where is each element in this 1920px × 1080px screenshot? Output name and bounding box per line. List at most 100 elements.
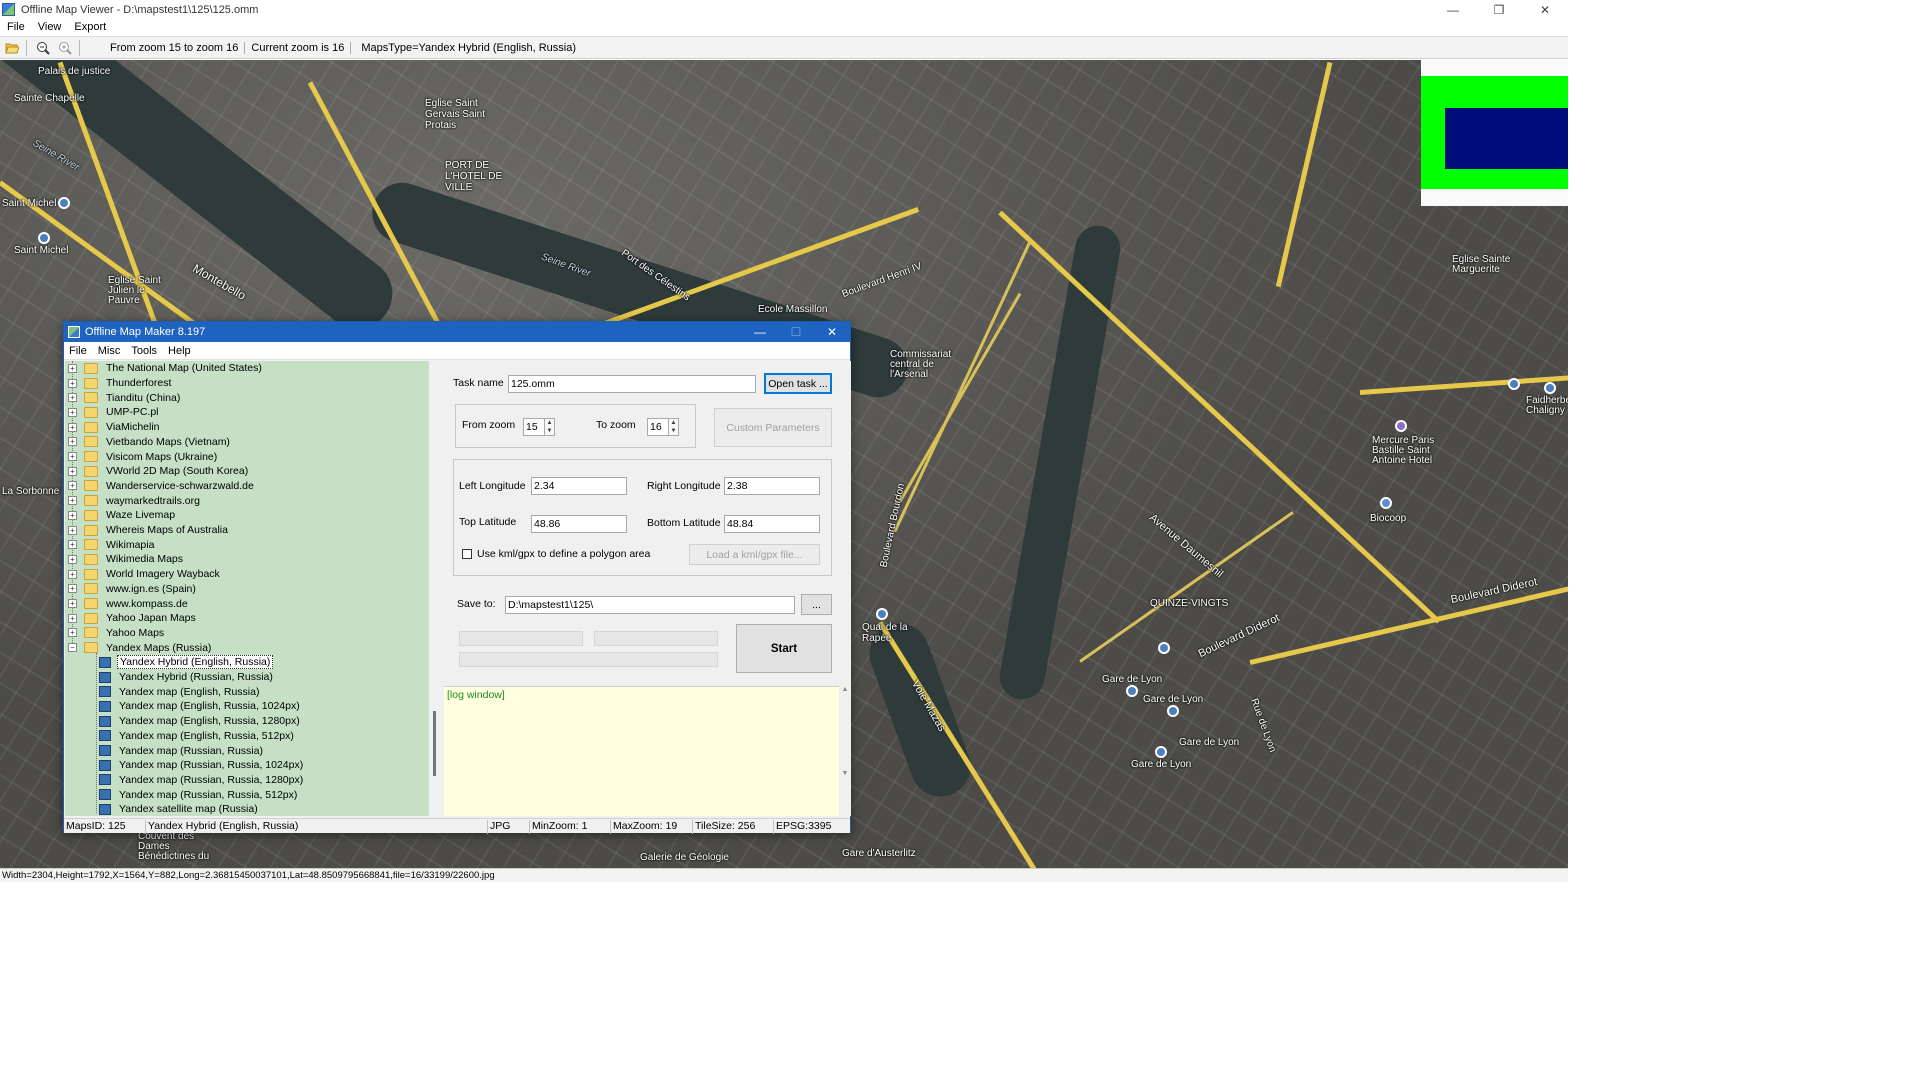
tree-folder-item[interactable]: + Wanderservice-schwarzwald.de xyxy=(65,479,256,494)
tree-folder-item[interactable]: + VWorld 2D Map (South Korea) xyxy=(65,464,250,479)
expand-toggle-icon[interactable]: + xyxy=(68,496,77,506)
log-scrollbar[interactable]: ▲ ▼ xyxy=(839,686,851,816)
tree-folder-item[interactable]: + www.kompass.de xyxy=(65,596,190,611)
dialog-titlebar[interactable]: Offline Map Maker 8.197 — ☐ ✕ xyxy=(64,322,850,342)
expand-toggle-icon[interactable]: + xyxy=(68,525,77,535)
expand-toggle-icon[interactable]: + xyxy=(68,584,77,594)
left-longitude-input[interactable]: 2.34 xyxy=(531,477,627,495)
minimize-button[interactable]: — xyxy=(1430,0,1476,19)
tree-map-item[interactable]: Yandex map (English, Russia, 1280px) xyxy=(65,714,302,729)
expand-toggle-icon[interactable]: + xyxy=(68,378,77,388)
map-source-tree[interactable]: + The National Map (United States) + Thunde… xyxy=(65,361,429,816)
tree-map-item[interactable]: Yandex map (Russian, Russia) xyxy=(65,743,265,758)
expand-toggle-icon[interactable]: + xyxy=(68,481,77,491)
expand-toggle-icon[interactable]: + xyxy=(68,510,77,520)
tree-folder-item[interactable]: + Tianditu (China) xyxy=(65,390,182,405)
dialog-maximize-button[interactable]: ☐ xyxy=(778,322,814,342)
tree-folder-item[interactable]: + Yahoo Japan Maps xyxy=(65,611,198,626)
tree-scrollbar[interactable] xyxy=(430,361,442,816)
menu-file[interactable]: File xyxy=(0,21,31,33)
overview-viewport[interactable] xyxy=(1445,108,1568,169)
overview-minimap[interactable] xyxy=(1421,60,1568,206)
tree-folder-item[interactable]: + The National Map (United States) xyxy=(65,361,264,376)
map-label: PORT DE L'HOTEL DE VILLE xyxy=(445,160,503,193)
tree-folder-item[interactable]: + www.ign.es (Spain) xyxy=(65,582,198,597)
zoom-in-button[interactable] xyxy=(55,38,75,58)
dialog-menu-tools[interactable]: Tools xyxy=(126,345,163,357)
tree-folder-item[interactable]: + Wikimedia Maps xyxy=(65,552,185,567)
tree-map-item[interactable]: Yandex Hybrid (Russian, Russia) xyxy=(65,670,275,685)
tree-map-item[interactable]: Yandex satellite map (Russia) xyxy=(65,802,260,816)
expand-toggle-icon[interactable]: + xyxy=(68,363,77,373)
open-task-button[interactable]: Open task ... xyxy=(764,373,832,394)
tree-folder-item[interactable]: + ViaMichelin xyxy=(65,420,162,435)
tree-map-item[interactable]: Yandex Hybrid (English, Russia) xyxy=(65,655,274,670)
menu-view[interactable]: View xyxy=(31,21,68,33)
expand-toggle-icon[interactable]: + xyxy=(68,613,77,623)
tree-folder-item[interactable]: + UMP-PC.pl xyxy=(65,405,161,420)
expand-toggle-icon[interactable]: + xyxy=(68,452,77,462)
task-name-input[interactable]: 125.omm xyxy=(508,375,756,393)
from-zoom-spinner[interactable]: ▲ ▼ xyxy=(544,418,555,436)
tree-map-item[interactable]: Yandex map (Russian, Russia, 1024px) xyxy=(65,758,305,773)
dialog-menu-help[interactable]: Help xyxy=(163,345,197,357)
expand-toggle-icon[interactable]: + xyxy=(68,554,77,564)
log-window[interactable]: [log window] xyxy=(444,686,839,816)
custom-parameters-button[interactable]: Custom Parameters xyxy=(714,408,832,447)
zoom-out-button[interactable] xyxy=(33,38,53,58)
save-to-input[interactable]: D:\mapstest1\125\ xyxy=(505,596,795,614)
tree-map-item[interactable]: Yandex map (English, Russia, 1024px) xyxy=(65,699,302,714)
tree-folder-item[interactable]: + Thunderforest xyxy=(65,376,173,391)
from-zoom-input[interactable]: 15 xyxy=(523,418,545,436)
to-zoom-spinner[interactable]: ▲ ▼ xyxy=(668,418,679,436)
tree-map-item[interactable]: Yandex map (English, Russia, 512px) xyxy=(65,729,296,744)
expand-toggle-icon[interactable]: + xyxy=(68,628,77,638)
tree-map-item[interactable]: Yandex map (Russian, Russia, 1280px) xyxy=(65,773,305,788)
tree-folder-item[interactable]: + Whereis Maps of Australia xyxy=(65,523,230,538)
tree-map-item[interactable]: Yandex map (Russian, Russia, 512px) xyxy=(65,787,299,802)
menu-export[interactable]: Export xyxy=(67,21,112,33)
tree-folder-item[interactable]: + Yahoo Maps xyxy=(65,626,166,641)
map-label: Ecole Massillon xyxy=(758,304,828,315)
top-latitude-input[interactable]: 48.86 xyxy=(531,515,627,533)
restore-button[interactable]: ❐ xyxy=(1476,0,1522,19)
expand-toggle-icon[interactable]: + xyxy=(68,599,77,609)
dialog-menu-misc[interactable]: Misc xyxy=(93,345,127,357)
dialog-menu-file[interactable]: File xyxy=(64,345,93,357)
tree-folder-item[interactable]: + Vietbando Maps (Vietnam) xyxy=(65,435,232,450)
expand-toggle-icon[interactable]: + xyxy=(68,466,77,476)
expand-toggle-icon[interactable]: + xyxy=(68,569,77,579)
collapse-toggle-icon[interactable]: − xyxy=(68,643,77,653)
zoom-range-text: From zoom 15 to zoom 16 xyxy=(104,41,246,54)
start-button[interactable]: Start xyxy=(736,624,832,673)
tree-folder-item[interactable]: − Yandex Maps (Russia) xyxy=(65,640,213,655)
expand-toggle-icon[interactable]: + xyxy=(68,393,77,403)
tree-map-item[interactable]: Yandex map (English, Russia) xyxy=(65,684,261,699)
tree-folder-item[interactable]: + Visicom Maps (Ukraine) xyxy=(65,449,219,464)
tree-folder-item[interactable]: + Wikimapia xyxy=(65,537,156,552)
right-longitude-input[interactable]: 2.38 xyxy=(724,477,820,495)
bottom-latitude-input[interactable]: 48.84 xyxy=(724,515,820,533)
task-settings-panel: Task name 125.omm Open task ... From zoo… xyxy=(444,361,851,816)
close-button[interactable]: ✕ xyxy=(1522,0,1568,19)
dialog-close-button[interactable]: ✕ xyxy=(814,322,850,342)
expand-toggle-icon[interactable]: + xyxy=(68,407,77,417)
open-folder-button[interactable] xyxy=(2,38,22,58)
browse-button[interactable]: ... xyxy=(801,594,832,615)
to-zoom-input[interactable]: 16 xyxy=(647,418,669,436)
expand-toggle-icon[interactable]: + xyxy=(68,422,77,432)
expand-toggle-icon[interactable]: + xyxy=(68,540,77,550)
map-label: La Sorbonne xyxy=(2,486,60,497)
map-road xyxy=(1275,61,1333,288)
load-kml-button[interactable]: Load a kml/gpx file... xyxy=(689,544,820,565)
viewer-statusbar: Width=2304,Height=1792,X=1564,Y=882,Long… xyxy=(0,868,1568,882)
tree-folder-item[interactable]: + World Imagery Wayback xyxy=(65,567,222,582)
folder-icon xyxy=(84,421,98,433)
tree-scrollbar-thumb[interactable] xyxy=(433,711,436,776)
tree-folder-item[interactable]: + Waze Livemap xyxy=(65,508,177,523)
dialog-minimize-button[interactable]: — xyxy=(742,322,778,342)
tree-folder-item[interactable]: + waymarkedtrails.org xyxy=(65,493,202,508)
expand-toggle-icon[interactable]: + xyxy=(68,437,77,447)
kml-polygon-checkbox[interactable] xyxy=(462,549,472,559)
tree-item-label: Thunderforest xyxy=(106,377,172,390)
